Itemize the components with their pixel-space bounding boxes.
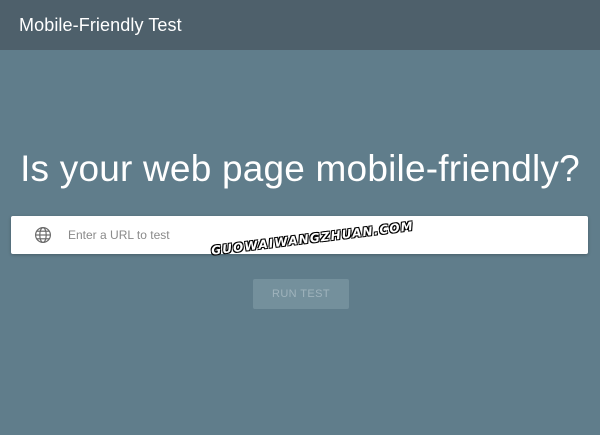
- app-title: Mobile-Friendly Test: [19, 14, 182, 35]
- run-test-button[interactable]: RUN TEST: [253, 279, 349, 309]
- page-heading: Is your web page mobile-friendly?: [20, 148, 580, 189]
- app-bar: Mobile-Friendly Test: [0, 0, 600, 50]
- globe-icon: [34, 226, 52, 244]
- watermark: GUOWAIWANGZHUAN.COM: [210, 218, 415, 258]
